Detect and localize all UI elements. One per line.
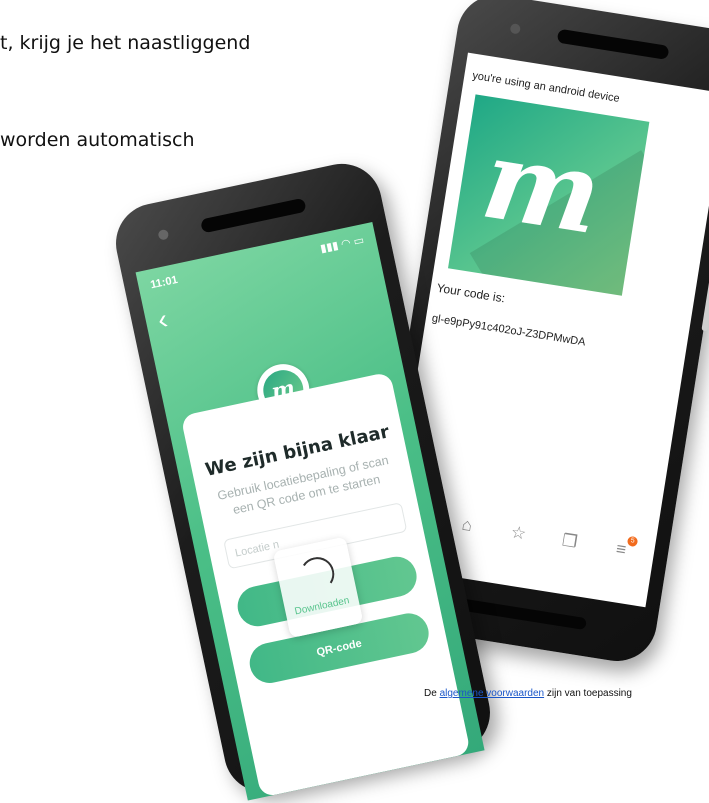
loading-label: Downloaden xyxy=(293,595,351,618)
document-text-line: worden automatisch xyxy=(0,129,195,151)
star-icon[interactable]: ☆ xyxy=(506,521,531,546)
tabs-icon[interactable]: ❐ xyxy=(557,529,582,554)
app-logo: m xyxy=(448,94,650,296)
code-value: gl-e9pPy91c402oJ-Z3DPMwDA xyxy=(431,312,587,349)
loading-popup: Downloaden xyxy=(272,536,364,638)
back-chevron-icon[interactable]: ‹ xyxy=(155,303,171,335)
footer-suffix: zijn van toepassing xyxy=(546,688,632,699)
footer-prefix: De xyxy=(424,688,437,699)
menu-icon[interactable]: ≡ 5 xyxy=(609,535,639,562)
document-text-line: t, krijg je het naastliggend xyxy=(0,32,251,54)
footer-note: De algemene voorwaarden zijn van toepass… xyxy=(424,688,632,699)
notification-badge: 5 xyxy=(626,535,639,548)
terms-link[interactable]: algemene voorwaarden xyxy=(440,688,545,699)
signal-icon: ▮▮▮ xyxy=(319,239,340,256)
status-time: 11:01 xyxy=(149,273,179,292)
battery-icon: ▭ xyxy=(352,234,366,249)
wifi-icon: ◠ xyxy=(340,237,352,251)
home-icon[interactable]: ⌂ xyxy=(454,513,479,538)
code-label: Your code is: xyxy=(435,280,507,306)
logo-glyph: m xyxy=(474,113,610,260)
status-icons: ▮▮▮ ◠ ▭ xyxy=(319,233,365,255)
spinner-icon xyxy=(297,553,338,595)
